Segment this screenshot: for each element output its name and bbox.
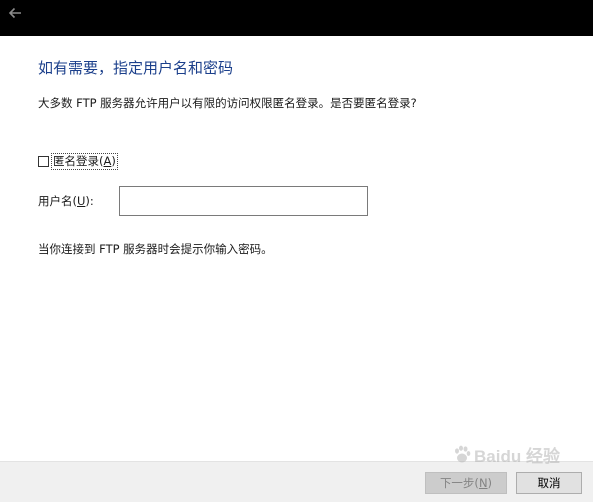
- back-button[interactable]: [4, 4, 26, 22]
- title-bar: [0, 0, 593, 36]
- cancel-button[interactable]: 取消: [516, 472, 582, 494]
- checkbox-box[interactable]: [38, 156, 49, 167]
- footer-bar: 下一步(N) 取消: [0, 461, 593, 502]
- username-input[interactable]: [119, 186, 368, 216]
- back-arrow-icon: [8, 7, 21, 19]
- page-heading: 如有需要，指定用户名和密码: [38, 59, 234, 77]
- anonymous-login-label: 匿名登录(A): [51, 153, 118, 170]
- anonymous-login-checkbox[interactable]: 匿名登录(A): [38, 153, 118, 170]
- next-button[interactable]: 下一步(N): [425, 472, 507, 494]
- description-text: 大多数 FTP 服务器允许用户以有限的访问权限匿名登录。是否要匿名登录?: [38, 96, 417, 110]
- password-hint-text: 当你连接到 FTP 服务器时会提示你输入密码。: [38, 242, 273, 256]
- username-label: 用户名(U):: [38, 194, 94, 208]
